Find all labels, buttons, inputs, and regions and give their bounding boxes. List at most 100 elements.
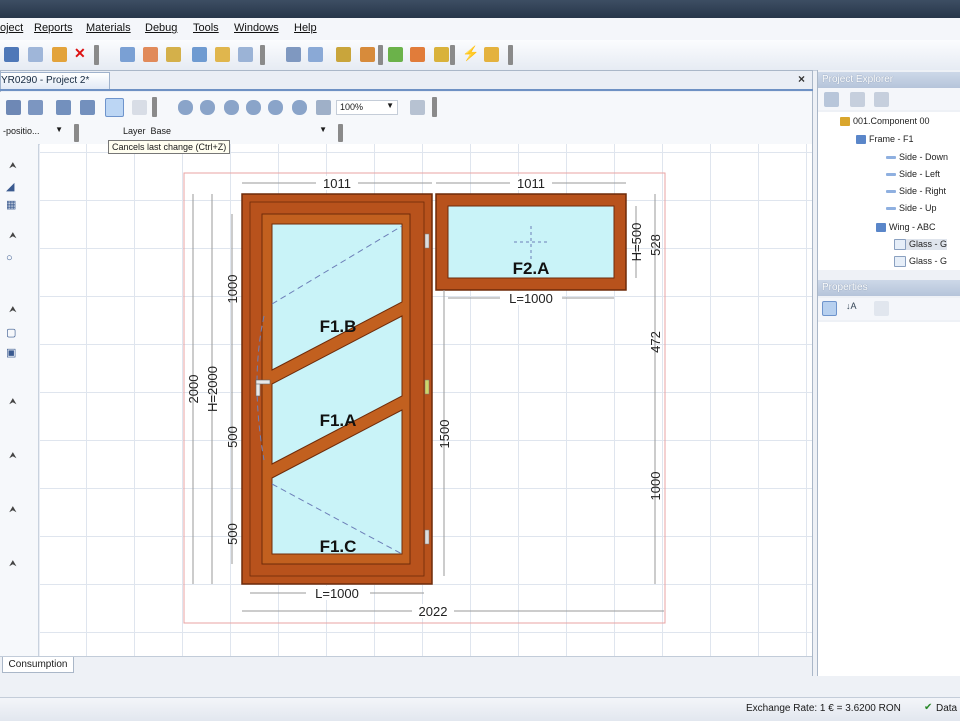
invoice-icon[interactable] <box>410 47 425 62</box>
grid-icon[interactable] <box>6 100 21 115</box>
window-drawing[interactable]: F1.B F1.A F1.C F2.A 1011 1011 L=1000 L=1… <box>40 144 812 656</box>
settings-icon[interactable] <box>286 47 301 62</box>
collapse-arrow-icon[interactable]: ⮝ <box>9 396 17 407</box>
check-icon: ✔ <box>924 702 933 713</box>
user-icon[interactable] <box>4 47 19 62</box>
property-pages-icon[interactable] <box>874 301 889 316</box>
close-icon[interactable]: × <box>798 72 805 86</box>
dim-right-top: 528 <box>648 234 663 256</box>
materials-icon[interactable] <box>336 47 351 62</box>
delete-icon[interactable]: ✕ <box>74 45 86 61</box>
hinge-icon <box>424 233 430 249</box>
main-toolbar: ✕ ⚡ <box>0 40 960 71</box>
side-icon <box>886 207 896 211</box>
hinge-icon <box>424 379 430 395</box>
label-f1a: F1.A <box>320 411 357 430</box>
zoom-value: 100% <box>340 102 364 112</box>
dim-right-bottom: 1000 <box>648 472 663 501</box>
zoom-window-icon[interactable] <box>224 100 239 115</box>
categorized-icon[interactable] <box>822 301 837 316</box>
layout-icon[interactable] <box>410 100 425 115</box>
collapse-arrow-icon[interactable]: ⮝ <box>9 504 17 515</box>
window-title-bar <box>0 0 960 18</box>
properties-grid <box>818 322 960 676</box>
tree-item[interactable]: Side - Up <box>886 203 937 213</box>
copy-icon[interactable] <box>28 47 43 62</box>
help-icon[interactable] <box>484 47 499 62</box>
folder-icon[interactable] <box>215 47 230 62</box>
menu-project[interactable]: oject <box>0 22 23 34</box>
profile-icon[interactable]: ▦ <box>6 198 18 211</box>
zoom-select[interactable]: 100% ▼ <box>336 100 398 115</box>
zoom-all-icon[interactable] <box>292 100 307 115</box>
menu-materials[interactable]: Materials <box>86 22 131 34</box>
collapse-arrow-icon[interactable]: ⮝ <box>9 160 17 171</box>
draw-icon[interactable]: ◢ <box>6 180 18 193</box>
zoom-previous-icon[interactable] <box>268 100 283 115</box>
square-icon[interactable]: ▢ <box>6 326 18 339</box>
status-bar: Exchange Rate: 1 € = 3.6200 RON ✔ Data <box>0 697 960 721</box>
collapse-arrow-icon[interactable]: ⮝ <box>9 450 17 461</box>
label-f2a: F2.A <box>513 259 550 278</box>
square-filled-icon[interactable]: ▣ <box>6 346 18 359</box>
tab-consumption[interactable]: Consumption <box>2 657 74 673</box>
view-toolbar: 100% ▼ <box>0 92 812 122</box>
tree-item[interactable]: 001.Component 00 <box>840 116 930 127</box>
side-icon <box>886 190 896 194</box>
circle-icon[interactable]: ○ <box>6 252 18 264</box>
dim-top-left: 1011 <box>323 176 351 191</box>
document-icon[interactable] <box>120 47 135 62</box>
order-icon[interactable] <box>388 47 403 62</box>
position-select[interactable]: -positio... ▼ <box>0 125 66 140</box>
report-icon[interactable] <box>166 47 181 62</box>
users-icon[interactable] <box>308 47 323 62</box>
collapse-arrow-icon[interactable]: ⮝ <box>9 304 17 315</box>
menu-debug[interactable]: Debug <box>145 22 177 34</box>
right-panel: Project Explorer 001.Component 00 Frame … <box>817 70 960 676</box>
split-vertical-icon[interactable] <box>56 100 71 115</box>
drawing-canvas[interactable]: F1.B F1.A F1.C F2.A 1011 1011 L=1000 L=1… <box>40 144 812 656</box>
tree-item[interactable]: Frame - F1 <box>856 134 914 145</box>
calc-icon[interactable] <box>238 47 253 62</box>
columns-icon[interactable] <box>28 100 43 115</box>
zoom-in-icon[interactable] <box>178 100 193 115</box>
collapse-arrow-icon[interactable]: ⮝ <box>9 230 17 241</box>
redo-icon[interactable] <box>132 100 147 115</box>
menu-tools[interactable]: Tools <box>193 22 219 34</box>
hierarchy-icon[interactable] <box>874 92 889 107</box>
chevron-down-icon: ▼ <box>319 125 327 134</box>
chevron-down-icon: ▼ <box>386 101 394 110</box>
window-icon[interactable] <box>192 47 207 62</box>
side-icon <box>886 156 896 160</box>
view-icon[interactable] <box>824 92 839 107</box>
print-icon[interactable] <box>143 47 158 62</box>
side-icon <box>886 173 896 177</box>
label-f1c: F1.C <box>320 537 357 556</box>
payment-icon[interactable] <box>434 47 449 62</box>
menu-reports[interactable]: Reports <box>34 22 73 34</box>
layer-label: Layer <box>123 126 146 136</box>
tree-item[interactable]: Side - Left <box>886 169 940 179</box>
open-icon[interactable] <box>52 47 67 62</box>
project-explorer-toolbar <box>818 88 960 110</box>
menu-bar: oject Reports Materials Debug Tools Wind… <box>0 18 960 40</box>
zoom-fit-icon[interactable] <box>246 100 261 115</box>
tree-item[interactable]: Side - Down <box>886 152 948 162</box>
menu-windows[interactable]: Windows <box>234 22 279 34</box>
layer-select[interactable]: Layer Base ▼ <box>120 125 330 140</box>
tree-icon[interactable] <box>850 92 865 107</box>
tab-project[interactable]: YR0290 - Project 2* <box>0 72 110 90</box>
tree-item[interactable]: Side - Right <box>886 186 946 196</box>
tree-item[interactable]: Glass - G <box>894 239 948 251</box>
tree-item[interactable]: Wing - ABC <box>876 222 936 233</box>
stock-icon[interactable] <box>360 47 375 62</box>
undo-button[interactable] <box>105 98 124 117</box>
sort-az-icon[interactable]: ↓A <box>846 301 861 316</box>
tree-item[interactable]: Glass - G <box>894 256 947 268</box>
split-horizontal-icon[interactable] <box>80 100 95 115</box>
collapse-arrow-icon[interactable]: ⮝ <box>9 558 17 569</box>
menu-help[interactable]: Help <box>294 22 317 34</box>
zoom-out-icon[interactable] <box>200 100 215 115</box>
wizard-icon[interactable]: ⚡ <box>462 45 479 61</box>
ruler-icon[interactable] <box>316 100 331 115</box>
